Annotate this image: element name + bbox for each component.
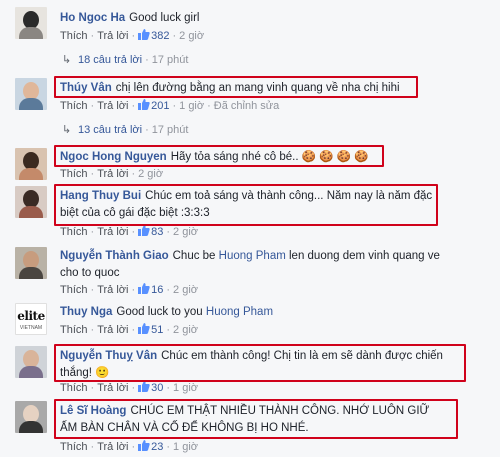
like-count[interactable]: 83 — [151, 226, 163, 238]
comment-time[interactable]: 2 giờ — [138, 168, 163, 180]
like-link[interactable]: Thích — [60, 382, 88, 394]
comment-time[interactable]: 1 giờ — [179, 100, 204, 112]
reply-link[interactable]: Trả lời — [97, 100, 128, 112]
comment-text: Good luck to you — [116, 306, 203, 318]
comment-text: Chuc be — [172, 250, 216, 262]
avatar[interactable] — [15, 401, 47, 433]
comment-time[interactable]: 1 giờ — [173, 382, 198, 394]
like-count[interactable]: 51 — [151, 324, 163, 336]
edited-label[interactable]: Đã chỉnh sửa — [214, 100, 279, 112]
reply-arrow-icon: ↳ — [62, 54, 72, 66]
comment-actions: Thích · Trả lời · 23 · 1 giờ — [60, 440, 198, 453]
reply-link[interactable]: Trả lời — [97, 441, 128, 453]
like-link[interactable]: Thích — [60, 168, 88, 180]
like-link[interactable]: Thích — [60, 30, 88, 42]
avatar-elite-logo[interactable]: elite VIETNAM — [15, 303, 47, 335]
reply-link[interactable]: Trả lời — [97, 30, 128, 42]
like-link[interactable]: Thích — [60, 284, 88, 296]
thumbs-up-icon — [138, 440, 150, 451]
like-link[interactable]: Thích — [60, 226, 88, 238]
comment-actions: Thích · Trả lời · 51 · 2 giờ — [60, 323, 198, 336]
like-count[interactable]: 382 — [151, 30, 169, 42]
comment-item: elite VIETNAM Thuy Nga Good luck to you H… — [0, 303, 500, 341]
avatar[interactable] — [15, 148, 47, 180]
comment-time[interactable]: 2 giờ — [173, 324, 198, 336]
tagged-user-link[interactable]: Huong Pham — [206, 306, 273, 318]
avatar[interactable] — [15, 247, 47, 279]
elite-logo-subtext: VIETNAM — [19, 325, 43, 331]
reply-link[interactable]: Trả lời — [97, 168, 128, 180]
view-replies-link[interactable]: ↳ 13 câu trả lời · 17 phút — [62, 123, 188, 136]
comment-feed: Ho Ngoc Ha Good luck girl Thích · Trả lời · 3… — [0, 0, 500, 457]
avatar[interactable] — [15, 7, 47, 39]
highlight-box — [54, 344, 466, 382]
commenter-name[interactable]: Thuy Nga — [60, 306, 112, 318]
comment-actions: Thích · Trả lời · 16 · 2 giờ — [60, 283, 198, 296]
avatar[interactable] — [15, 186, 47, 218]
like-count[interactable]: 16 — [151, 284, 163, 296]
comment-actions: Thích · Trả lời · 2 giờ — [60, 168, 164, 180]
avatar[interactable] — [15, 78, 47, 110]
comment-time[interactable]: 2 giờ — [173, 226, 198, 238]
like-count[interactable]: 30 — [151, 382, 163, 394]
like-count[interactable]: 23 — [151, 441, 163, 453]
commenter-name[interactable]: Nguyễn Thành Giao — [60, 250, 169, 262]
commenter-name[interactable]: Ho Ngoc Ha — [60, 12, 125, 24]
reply-link[interactable]: Trả lời — [97, 382, 128, 394]
highlight-box — [54, 145, 384, 167]
tagged-user-link[interactable]: Huong Pham — [219, 250, 286, 262]
like-link[interactable]: Thích — [60, 441, 88, 453]
highlight-box — [54, 184, 438, 226]
comment-time[interactable]: 2 giờ — [179, 30, 204, 42]
reply-arrow-icon: ↳ — [62, 124, 72, 136]
comment-actions: Thích · Trả lời · 83 · 2 giờ — [60, 225, 198, 238]
view-replies-link[interactable]: ↳ 18 câu trả lời · 17 phút — [62, 53, 188, 66]
thumbs-up-icon — [138, 29, 150, 40]
comment-item: Nguyễn Thành Giao Chuc be Huong Pham len … — [0, 247, 500, 299]
reply-link[interactable]: Trả lời — [97, 284, 128, 296]
thumbs-up-icon — [138, 99, 150, 110]
thumbs-up-icon — [138, 283, 150, 294]
reply-link[interactable]: Trả lời — [97, 324, 128, 336]
like-count[interactable]: 201 — [151, 100, 169, 112]
comment-text: Good luck girl — [129, 12, 200, 24]
highlight-box — [54, 76, 418, 98]
highlight-box — [54, 399, 458, 439]
avatar[interactable] — [15, 346, 47, 378]
comment-time[interactable]: 2 giờ — [173, 284, 198, 296]
comment-item: Ho Ngoc Ha Good luck girl Thích · Trả lời · 3… — [0, 7, 500, 67]
reply-link[interactable]: Trả lời — [97, 226, 128, 238]
thumbs-up-icon — [138, 323, 150, 334]
thumbs-up-icon — [138, 225, 150, 236]
comment-actions: Thích · Trả lời · 382 · 2 giờ — [60, 29, 205, 42]
comment-actions: Thích · Trả lời · 201 · 1 giờ · Đã chỉnh sửa — [60, 99, 280, 112]
thumbs-up-icon — [138, 381, 150, 392]
elite-logo-text: elite — [17, 309, 45, 323]
like-link[interactable]: Thích — [60, 100, 88, 112]
comment-actions: Thích · Trả lời · 30 · 1 giờ — [60, 381, 198, 394]
like-link[interactable]: Thích — [60, 324, 88, 336]
comment-time[interactable]: 1 giờ — [173, 441, 198, 453]
